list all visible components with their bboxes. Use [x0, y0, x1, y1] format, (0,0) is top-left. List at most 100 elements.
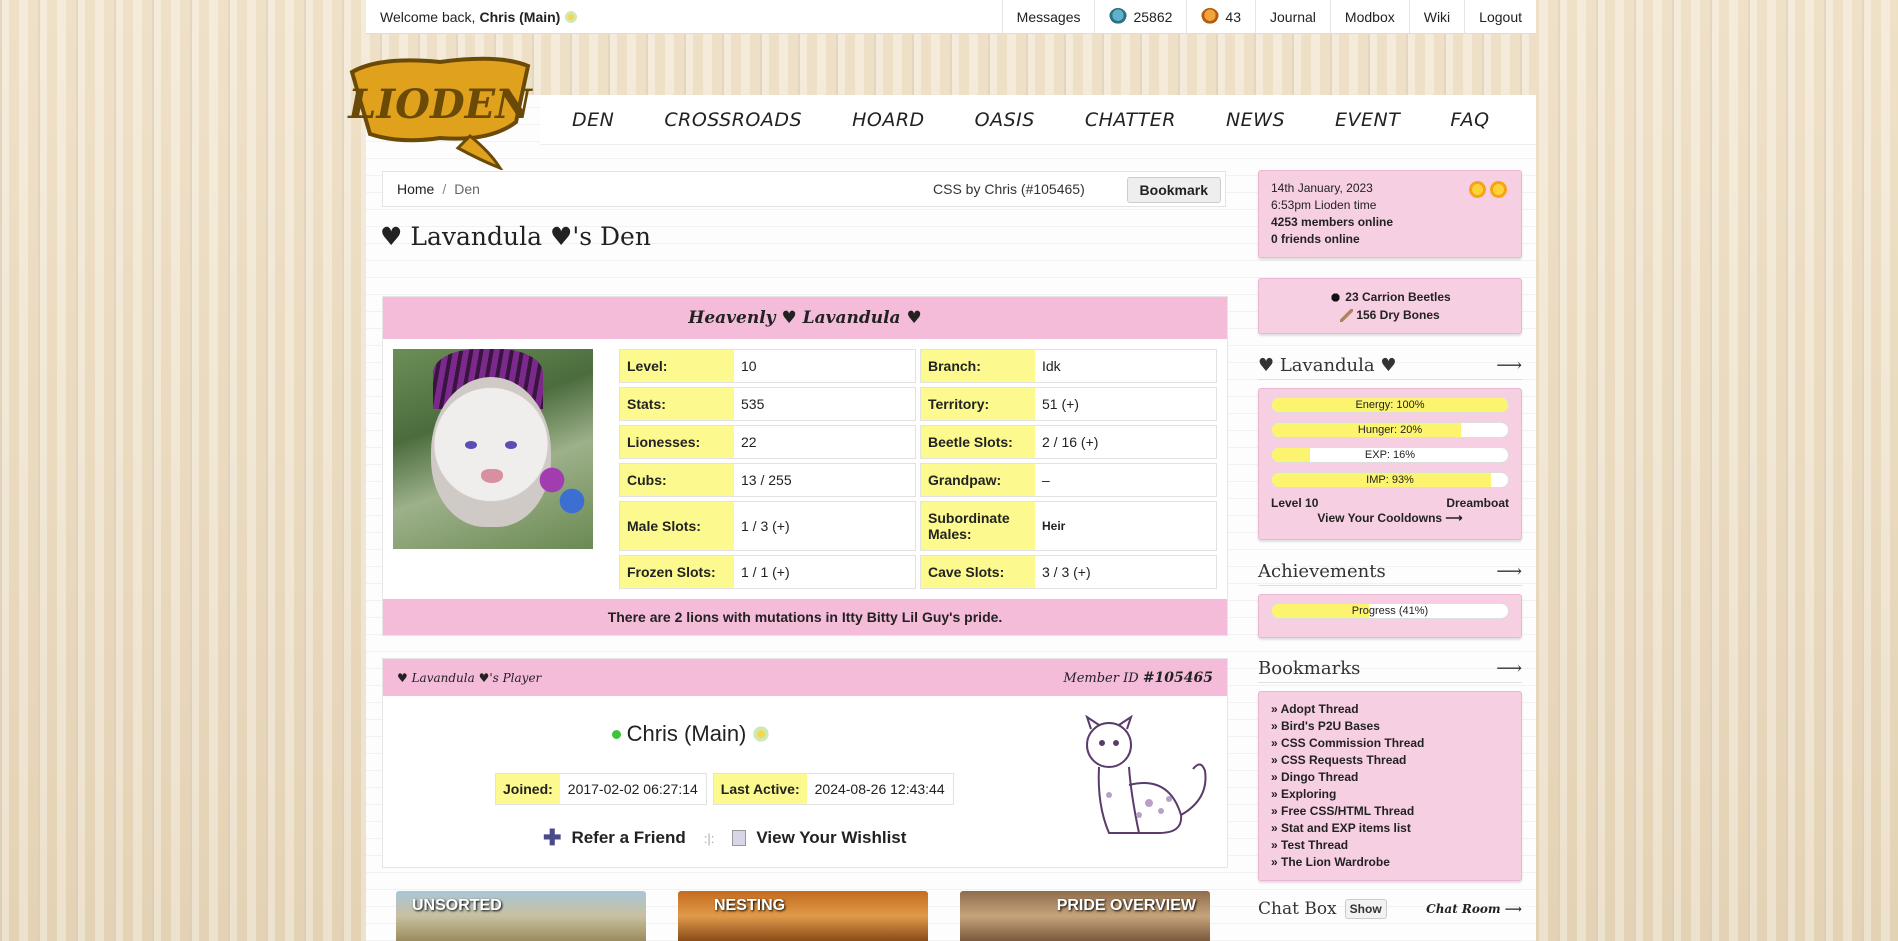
achievements-box: Progress (41%): [1258, 594, 1522, 638]
den-card: Heavenly ♥ Lavandula ♥ Level: 10 Branch: I…: [382, 296, 1228, 636]
lion-eye: [505, 441, 517, 449]
dry-bones-text: 156 Dry Bones: [1356, 308, 1440, 322]
tile-pride-overview[interactable]: PRIDE OVERVIEW: [960, 891, 1210, 941]
nav-chatter[interactable]: CHATTER: [1085, 109, 1176, 131]
bookmark-item[interactable]: » The Lion Wardrobe: [1271, 854, 1509, 871]
bookmark-item[interactable]: » Free CSS/HTML Thread: [1271, 803, 1509, 820]
arrow-right-icon[interactable]: ⟶: [1496, 355, 1522, 376]
chat-box-title: Chat Box Show: [1258, 899, 1387, 919]
stat-value[interactable]: 1 / 1 (+): [734, 556, 915, 588]
nav-event[interactable]: EVENT: [1335, 109, 1400, 131]
welcome-user[interactable]: Chris (Main): [479, 9, 560, 25]
imp-bar: IMP: 93%: [1271, 472, 1509, 488]
nav-oasis[interactable]: OASIS: [975, 109, 1035, 131]
blue-beetles-link[interactable]: 25862: [1094, 0, 1186, 34]
last-active-field: Last Active: 2024-08-26 12:43:44: [712, 773, 954, 805]
orange-beetles-link[interactable]: 43: [1186, 0, 1255, 34]
lion-flowers: [537, 459, 587, 529]
blue-beetles-count: 25862: [1133, 8, 1173, 25]
logout-label: Logout: [1479, 8, 1522, 25]
stat-label: Branch:: [921, 350, 1035, 382]
player-avatar-art: [1085, 715, 1207, 834]
stat-value[interactable]: 1 / 3 (+): [734, 502, 915, 550]
last-active-value: 2024-08-26 12:43:44: [806, 774, 953, 804]
arrow-right-icon[interactable]: ⟶: [1496, 658, 1522, 679]
wiki-link[interactable]: Wiki: [1408, 0, 1464, 34]
logo-text: LIODEN: [347, 81, 533, 128]
stat-frozen-slots: Frozen Slots: 1 / 1 (+): [619, 555, 916, 589]
lion-heading: ♥ Lavandula ♥ ⟶: [1258, 352, 1522, 380]
messages-link[interactable]: Messages: [1001, 0, 1095, 34]
player-header: ♥ Lavandula ♥'s Player Member ID #105465: [383, 659, 1227, 696]
stat-value: 535: [734, 388, 915, 420]
energy-bar: Energy: 100%: [1271, 397, 1509, 413]
bookmarks-list: » Adopt Thread » Bird's P2U Bases » CSS …: [1271, 701, 1509, 871]
achievement-progress-label: Progress (41%): [1351, 605, 1429, 617]
tile-unsorted[interactable]: UNSORTED: [396, 891, 646, 941]
member-id-value: #105465: [1142, 669, 1213, 686]
nav-news[interactable]: NEWS: [1226, 109, 1285, 131]
player-info: Joined: 2017-02-02 06:27:14 Last Active: 2…: [495, 773, 954, 805]
achievements-heading-text[interactable]: Achievements: [1258, 561, 1386, 582]
stat-territory: Territory: 51 (+): [920, 387, 1217, 421]
currency-box: 23 Carrion Beetles 156 Dry Bones: [1258, 278, 1522, 334]
bookmarks-heading-text[interactable]: Bookmarks: [1258, 658, 1360, 679]
bookmarks-box: » Adopt Thread » Bird's P2U Bases » CSS …: [1258, 691, 1522, 881]
tile-label: NESTING: [714, 897, 786, 914]
bookmark-item[interactable]: » Bird's P2U Bases: [1271, 718, 1509, 735]
tile-label: UNSORTED: [412, 897, 502, 914]
arrow-right-icon[interactable]: ⟶: [1496, 561, 1522, 582]
bookmark-item[interactable]: » Test Thread: [1271, 837, 1509, 854]
stat-value[interactable]: Idk: [1035, 350, 1216, 382]
energy-label: Energy: 100%: [1355, 399, 1425, 411]
modbox-link[interactable]: Modbox: [1329, 0, 1409, 34]
modbox-label: Modbox: [1344, 8, 1395, 25]
player-name-text[interactable]: Chris (Main): [627, 721, 747, 747]
chat-show-button[interactable]: Show: [1344, 899, 1387, 919]
lioden-logo[interactable]: LIODEN: [340, 52, 540, 170]
bookmark-item[interactable]: » Exploring: [1271, 786, 1509, 803]
tile-nesting[interactable]: NESTING: [678, 891, 928, 941]
stat-value[interactable]: Heir: [1035, 502, 1216, 550]
stat-label: Frozen Slots:: [620, 556, 734, 588]
bone-icon: [1340, 309, 1354, 323]
stat-stats: Stats: 535: [619, 387, 916, 421]
page-title: ♥ Lavandula ♥'s Den: [380, 222, 651, 251]
stat-value[interactable]: 2 / 16 (+): [1035, 426, 1216, 458]
logout-link[interactable]: Logout: [1464, 0, 1536, 34]
stat-grandpaw: Grandpaw: –: [920, 463, 1217, 497]
player-header-title: ♥ Lavandula ♥'s Player: [397, 670, 542, 685]
breadcrumb-home[interactable]: Home: [397, 181, 434, 197]
stat-cave-slots: Cave Slots: 3 / 3 (+): [920, 555, 1217, 589]
bookmark-item[interactable]: » Dingo Thread: [1271, 769, 1509, 786]
lion-portrait[interactable]: [393, 349, 593, 549]
stat-value[interactable]: 3 / 3 (+): [1035, 556, 1216, 588]
journal-link[interactable]: Journal: [1255, 0, 1330, 34]
bookmark-item[interactable]: » Stat and EXP items list: [1271, 820, 1509, 837]
stat-lionesses: Lionesses: 22: [619, 425, 916, 459]
lion-heading-text[interactable]: ♥ Lavandula ♥: [1258, 355, 1397, 376]
friends-online[interactable]: 0 friends online: [1271, 232, 1360, 246]
bookmark-item[interactable]: » CSS Commission Thread: [1271, 735, 1509, 752]
nav-crossroads[interactable]: CROSSROADS: [664, 109, 802, 131]
hunger-label: Hunger: 20%: [1357, 424, 1423, 436]
css-credit[interactable]: CSS by Chris (#105465): [933, 181, 1085, 197]
nav-faq[interactable]: FAQ: [1450, 109, 1489, 131]
chat-room-link[interactable]: Chat Room ⟶: [1426, 902, 1522, 916]
lion-status-box: Energy: 100% Hunger: 20% EXP: 16% IMP: 9…: [1258, 388, 1522, 540]
bookmark-item[interactable]: » Adopt Thread: [1271, 701, 1509, 718]
breadcrumb-current: Den: [454, 181, 480, 197]
nav-den[interactable]: DEN: [572, 109, 614, 131]
mutation-notice: There are 2 lions with mutations in Itty…: [383, 599, 1227, 635]
flower-icon: [564, 9, 579, 24]
stat-value[interactable]: 51 (+): [1035, 388, 1216, 420]
members-online: 4253 members online: [1271, 215, 1394, 229]
view-wishlist-link[interactable]: View Your Wishlist: [756, 828, 906, 848]
bookmark-item[interactable]: » CSS Requests Thread: [1271, 752, 1509, 769]
den-stats: Level: 10 Branch: Idk Stats: 535 Territory:…: [619, 349, 1217, 593]
stat-value: 10: [734, 350, 915, 382]
bookmark-button[interactable]: Bookmark: [1126, 177, 1221, 203]
nav-hoard[interactable]: HOARD: [852, 109, 925, 131]
refer-a-friend-link[interactable]: Refer a Friend: [571, 828, 685, 848]
cooldowns-link[interactable]: View Your Cooldowns ⟶: [1271, 511, 1509, 525]
